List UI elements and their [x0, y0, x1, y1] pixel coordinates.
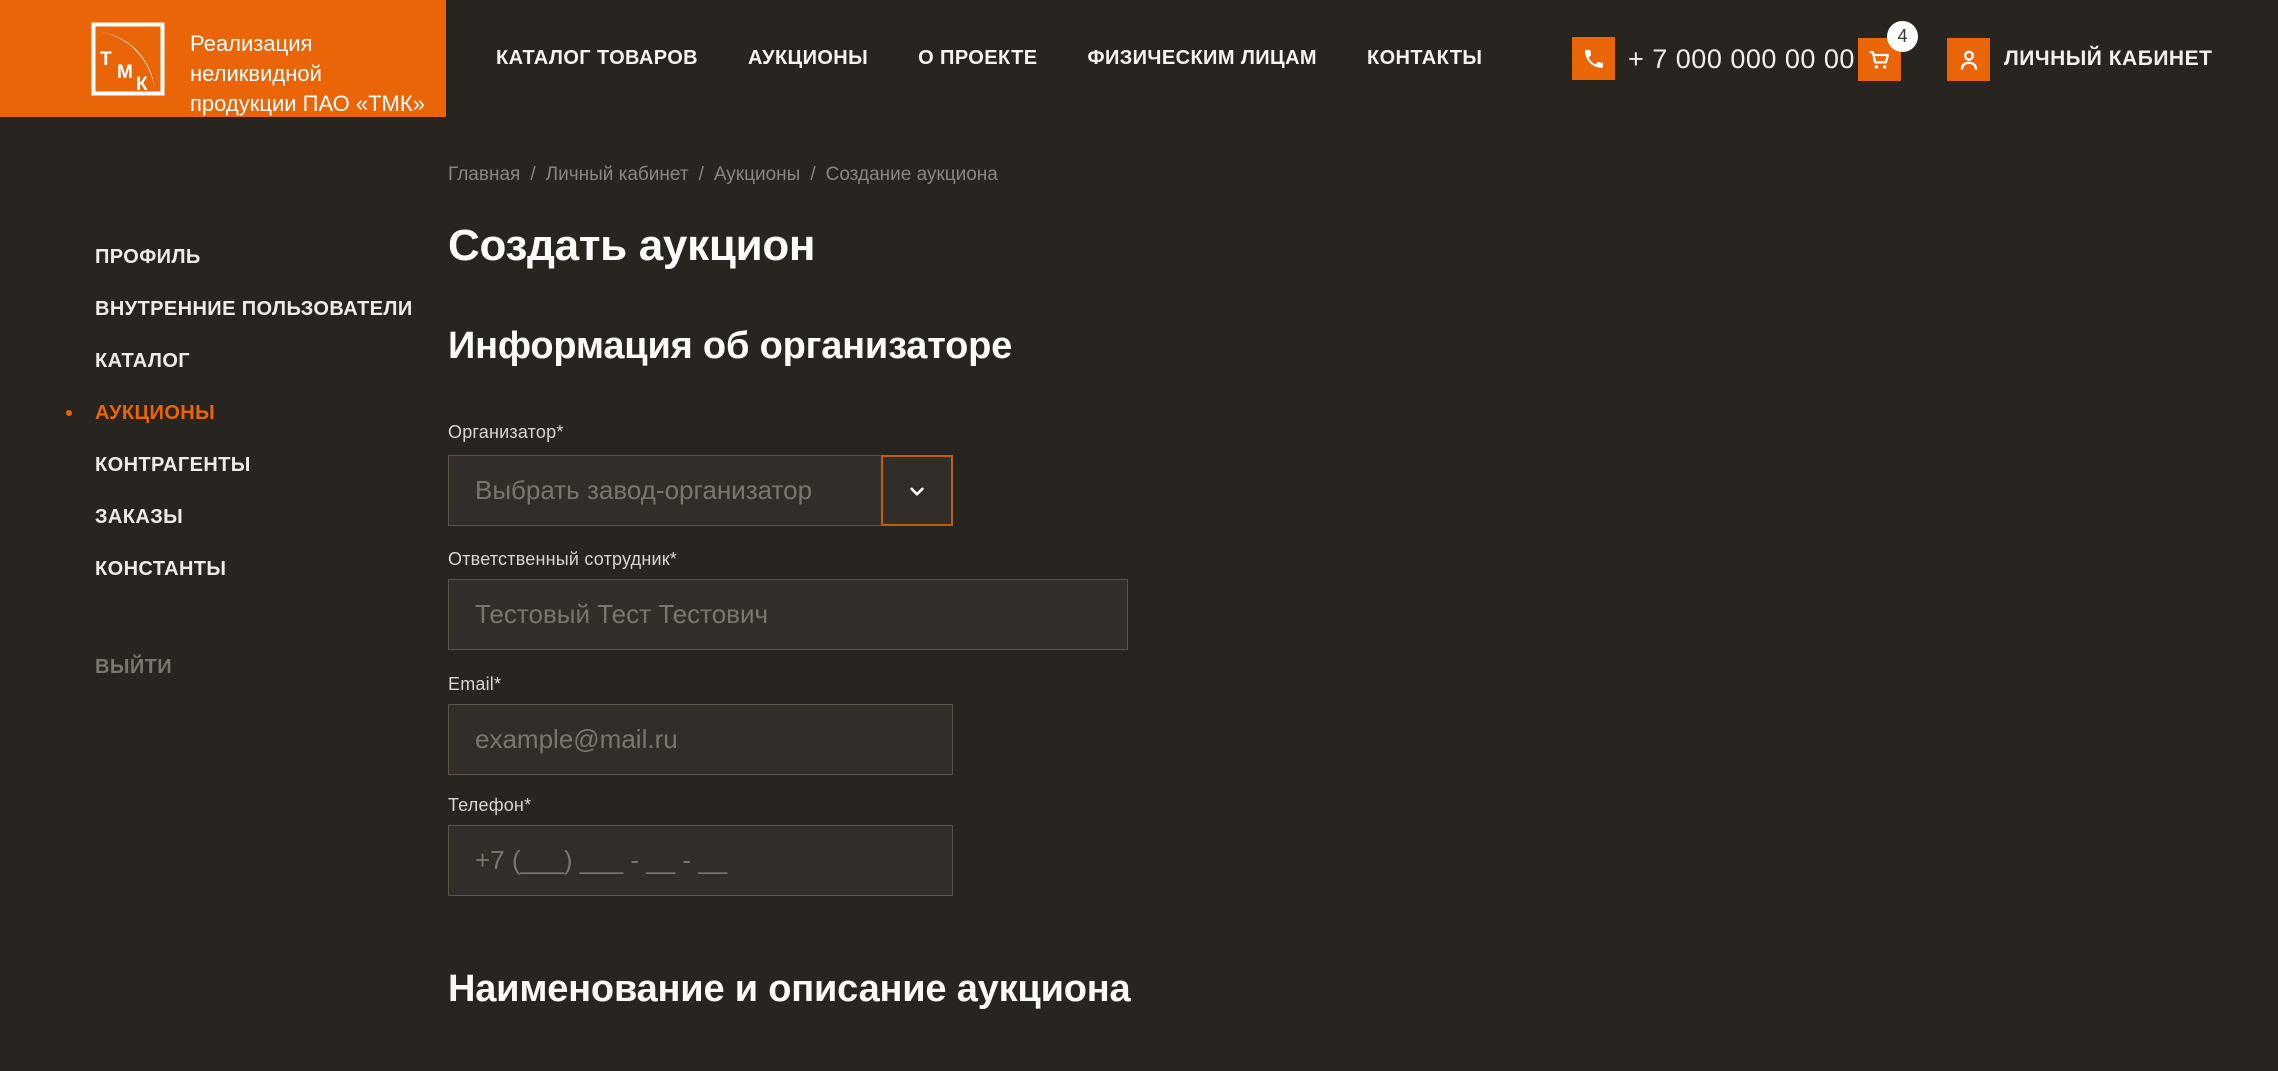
main-nav: КАТАЛОГ ТОВАРОВ АУКЦИОНЫ О ПРОЕКТЕ ФИЗИЧ… [496, 0, 1482, 117]
sidebar: ПРОФИЛЬ ВНУТРЕННИЕ ПОЛЬЗОВАТЕЛИ КАТАЛОГ … [0, 117, 446, 1071]
brand-tagline-line1: Реализация неликвидной [190, 29, 430, 89]
section-title-auction-name: Наименование и описание аукциона [448, 968, 1130, 1011]
organizer-select-value[interactable]: Выбрать завод-организатор [448, 455, 953, 526]
phone-input[interactable] [448, 825, 953, 896]
user-icon [1956, 47, 1982, 73]
sidebar-item-orders[interactable]: ЗАКАЗЫ [95, 505, 183, 529]
sidebar-item-profile[interactable]: ПРОФИЛЬ [95, 245, 201, 269]
breadcrumb-account[interactable]: Личный кабинет [546, 164, 689, 186]
breadcrumb-separator: / [699, 164, 704, 186]
nav-item-individuals[interactable]: ФИЗИЧЕСКИМ ЛИЦАМ [1087, 47, 1317, 70]
page-title: Создать аукцион [448, 221, 815, 271]
breadcrumb-separator: / [530, 164, 535, 186]
page: Т М К Реализация неликвидной продукции П… [0, 0, 2278, 1071]
svg-text:М: М [117, 62, 133, 83]
employee-input[interactable] [448, 579, 1128, 650]
tmk-logo-icon: Т М К [91, 22, 165, 96]
phone-icon [1582, 47, 1606, 71]
sidebar-item-auctions[interactable]: АУКЦИОНЫ [95, 401, 215, 425]
svg-text:К: К [136, 74, 148, 95]
organizer-select: Выбрать завод-организатор [448, 455, 953, 526]
active-item-dot [66, 410, 72, 416]
phone-number[interactable]: + 7 000 000 00 00 [1628, 44, 1855, 74]
chevron-down-icon [904, 478, 930, 504]
email-field-label: Email* [448, 674, 501, 695]
account-label[interactable]: ЛИЧНЫЙ КАБИНЕТ [2004, 47, 2212, 71]
organizer-field-label: Организатор* [448, 422, 564, 443]
sidebar-item-internal-users[interactable]: ВНУТРЕННИЕ ПОЛЬЗОВАТЕЛИ [95, 297, 413, 321]
email-input[interactable] [448, 704, 953, 775]
sidebar-item-catalog[interactable]: КАТАЛОГ [95, 349, 190, 373]
header: Т М К Реализация неликвидной продукции П… [0, 0, 2278, 117]
nav-item-contacts[interactable]: КОНТАКТЫ [1367, 47, 1482, 70]
sidebar-item-contractors[interactable]: КОНТРАГЕНТЫ [95, 453, 251, 477]
sidebar-logout-button[interactable]: ВЫЙТИ [95, 655, 172, 679]
nav-item-auctions[interactable]: АУКЦИОНЫ [748, 47, 868, 70]
section-title-organizer-info: Информация об организаторе [448, 325, 1012, 368]
cart-icon [1866, 46, 1893, 73]
breadcrumb-auctions[interactable]: Аукционы [714, 164, 800, 186]
breadcrumb-current: Создание аукциона [826, 164, 998, 186]
nav-item-catalog[interactable]: КАТАЛОГ ТОВАРОВ [496, 47, 698, 70]
organizer-select-open-button[interactable] [881, 455, 953, 526]
brand-tagline-line2: продукции ПАО «ТМК» [190, 89, 430, 119]
account-button[interactable] [1947, 38, 1990, 81]
employee-field-label: Ответственный сотрудник* [448, 549, 677, 570]
sidebar-item-constants[interactable]: КОНСТАНТЫ [95, 557, 226, 581]
main-content: Главная / Личный кабинет / Аукционы / Со… [448, 117, 1848, 1071]
phone-button[interactable] [1572, 37, 1615, 80]
breadcrumb-home[interactable]: Главная [448, 164, 520, 186]
brand-tagline: Реализация неликвидной продукции ПАО «ТМ… [190, 29, 430, 119]
cart-count-badge: 4 [1887, 21, 1918, 52]
svg-text:Т: Т [100, 49, 112, 70]
nav-item-about[interactable]: О ПРОЕКТЕ [918, 47, 1037, 70]
breadcrumb-separator: / [810, 164, 815, 186]
phone-field-label: Телефон* [448, 795, 531, 816]
logo-link[interactable]: Т М К Реализация неликвидной продукции П… [0, 0, 446, 117]
breadcrumb: Главная / Личный кабинет / Аукционы / Со… [448, 164, 998, 186]
